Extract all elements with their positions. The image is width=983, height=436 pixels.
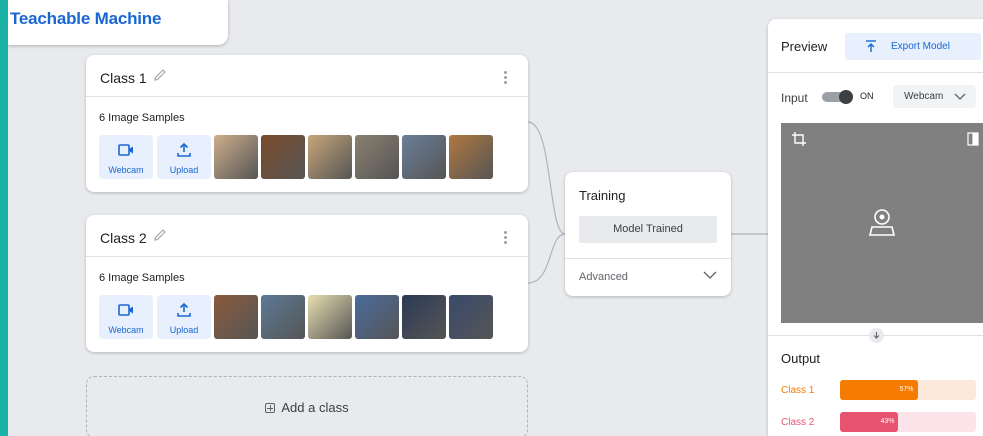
chevron-down-icon[interactable] — [703, 270, 717, 280]
webcam-button[interactable]: Webcam — [99, 295, 153, 339]
output-class-label-2: Class 2 — [781, 417, 815, 428]
webcam-icon — [118, 304, 133, 316]
sample-thumbnail[interactable] — [261, 295, 305, 339]
export-icon — [866, 40, 876, 52]
output-percent-1: 57% — [899, 386, 914, 393]
add-class-label: Add a class — [281, 400, 349, 415]
flip-icon[interactable] — [967, 131, 979, 147]
output-bar-1: 57% — [840, 380, 976, 400]
training-title: Training — [579, 188, 626, 203]
upload-button-label: Upload — [169, 325, 199, 335]
more-options-icon[interactable] — [504, 231, 508, 245]
sample-thumbnail[interactable] — [355, 135, 399, 179]
export-model-label: Export Model — [891, 41, 950, 52]
workspace: Teachable Machine Class 1 6 Image Sample… — [8, 0, 983, 436]
divider — [565, 258, 731, 259]
toggle-state-label: ON — [860, 91, 874, 101]
class-card-1: Class 1 6 Image Samples Webcam Upload — [86, 55, 528, 192]
advanced-toggle-label[interactable]: Advanced — [579, 271, 628, 283]
add-class-button[interactable]: Add a class — [86, 376, 528, 436]
sample-thumbnail[interactable] — [214, 295, 258, 339]
sample-thumbnail[interactable] — [308, 295, 352, 339]
class-card-2: Class 2 6 Image Samples Webcam Upload — [86, 215, 528, 352]
webcam-button[interactable]: Webcam — [99, 135, 153, 179]
webcam-button-label: Webcam — [108, 165, 144, 175]
divider — [768, 72, 983, 73]
sample-thumbnail[interactable] — [449, 295, 493, 339]
output-bar-2: 43% — [840, 412, 976, 432]
samples-count: 6 Image Samples — [99, 112, 185, 124]
sample-thumbnail[interactable] — [355, 295, 399, 339]
sample-thumbnail[interactable] — [308, 135, 352, 179]
upload-button-label: Upload — [169, 165, 199, 175]
class-card-header: Class 2 — [86, 215, 528, 257]
webcam-device-icon — [868, 209, 896, 236]
output-percent-2: 43% — [880, 418, 895, 425]
sample-thumbnail[interactable] — [214, 135, 258, 179]
app-title: Teachable Machine — [10, 9, 162, 28]
training-card: Training Model Trained Advanced — [565, 172, 731, 296]
input-source-value: Webcam — [904, 91, 944, 102]
upload-button[interactable]: Upload — [157, 135, 211, 179]
train-model-button[interactable]: Model Trained — [579, 216, 717, 243]
output-class-label-1: Class 1 — [781, 385, 815, 396]
export-model-button[interactable]: Export Model — [845, 33, 981, 60]
sample-thumbnail[interactable] — [402, 295, 446, 339]
class-name-2[interactable]: Class 2 — [100, 230, 147, 246]
samples-count: 6 Image Samples — [99, 272, 185, 284]
pencil-icon[interactable] — [152, 67, 168, 83]
chevron-down-icon — [954, 93, 966, 100]
input-label: Input — [781, 91, 808, 105]
add-box-icon — [265, 403, 276, 413]
crop-icon[interactable] — [791, 131, 807, 147]
upload-icon — [177, 303, 191, 317]
upload-button[interactable]: Upload — [157, 295, 211, 339]
sample-thumbnail[interactable] — [261, 135, 305, 179]
sample-thumbnail[interactable] — [402, 135, 446, 179]
camera-preview — [781, 123, 983, 323]
more-options-icon[interactable] — [504, 71, 508, 85]
class-name-1[interactable]: Class 1 — [100, 70, 147, 86]
pencil-icon[interactable] — [152, 227, 168, 243]
class-card-header: Class 1 — [86, 55, 528, 97]
input-toggle-knob[interactable] — [839, 90, 853, 104]
arrow-down-icon — [869, 328, 884, 343]
output-title: Output — [781, 351, 821, 366]
preview-title: Preview — [781, 39, 828, 54]
preview-panel: Preview Export Model Input ON Webcam Out… — [768, 19, 983, 436]
webcam-button-label: Webcam — [108, 325, 144, 335]
sample-thumbnail[interactable] — [449, 135, 493, 179]
webcam-icon — [118, 144, 133, 156]
upload-icon — [177, 143, 191, 157]
input-source-select[interactable]: Webcam — [893, 85, 976, 108]
app-logo-card[interactable]: Teachable Machine — [8, 0, 228, 45]
